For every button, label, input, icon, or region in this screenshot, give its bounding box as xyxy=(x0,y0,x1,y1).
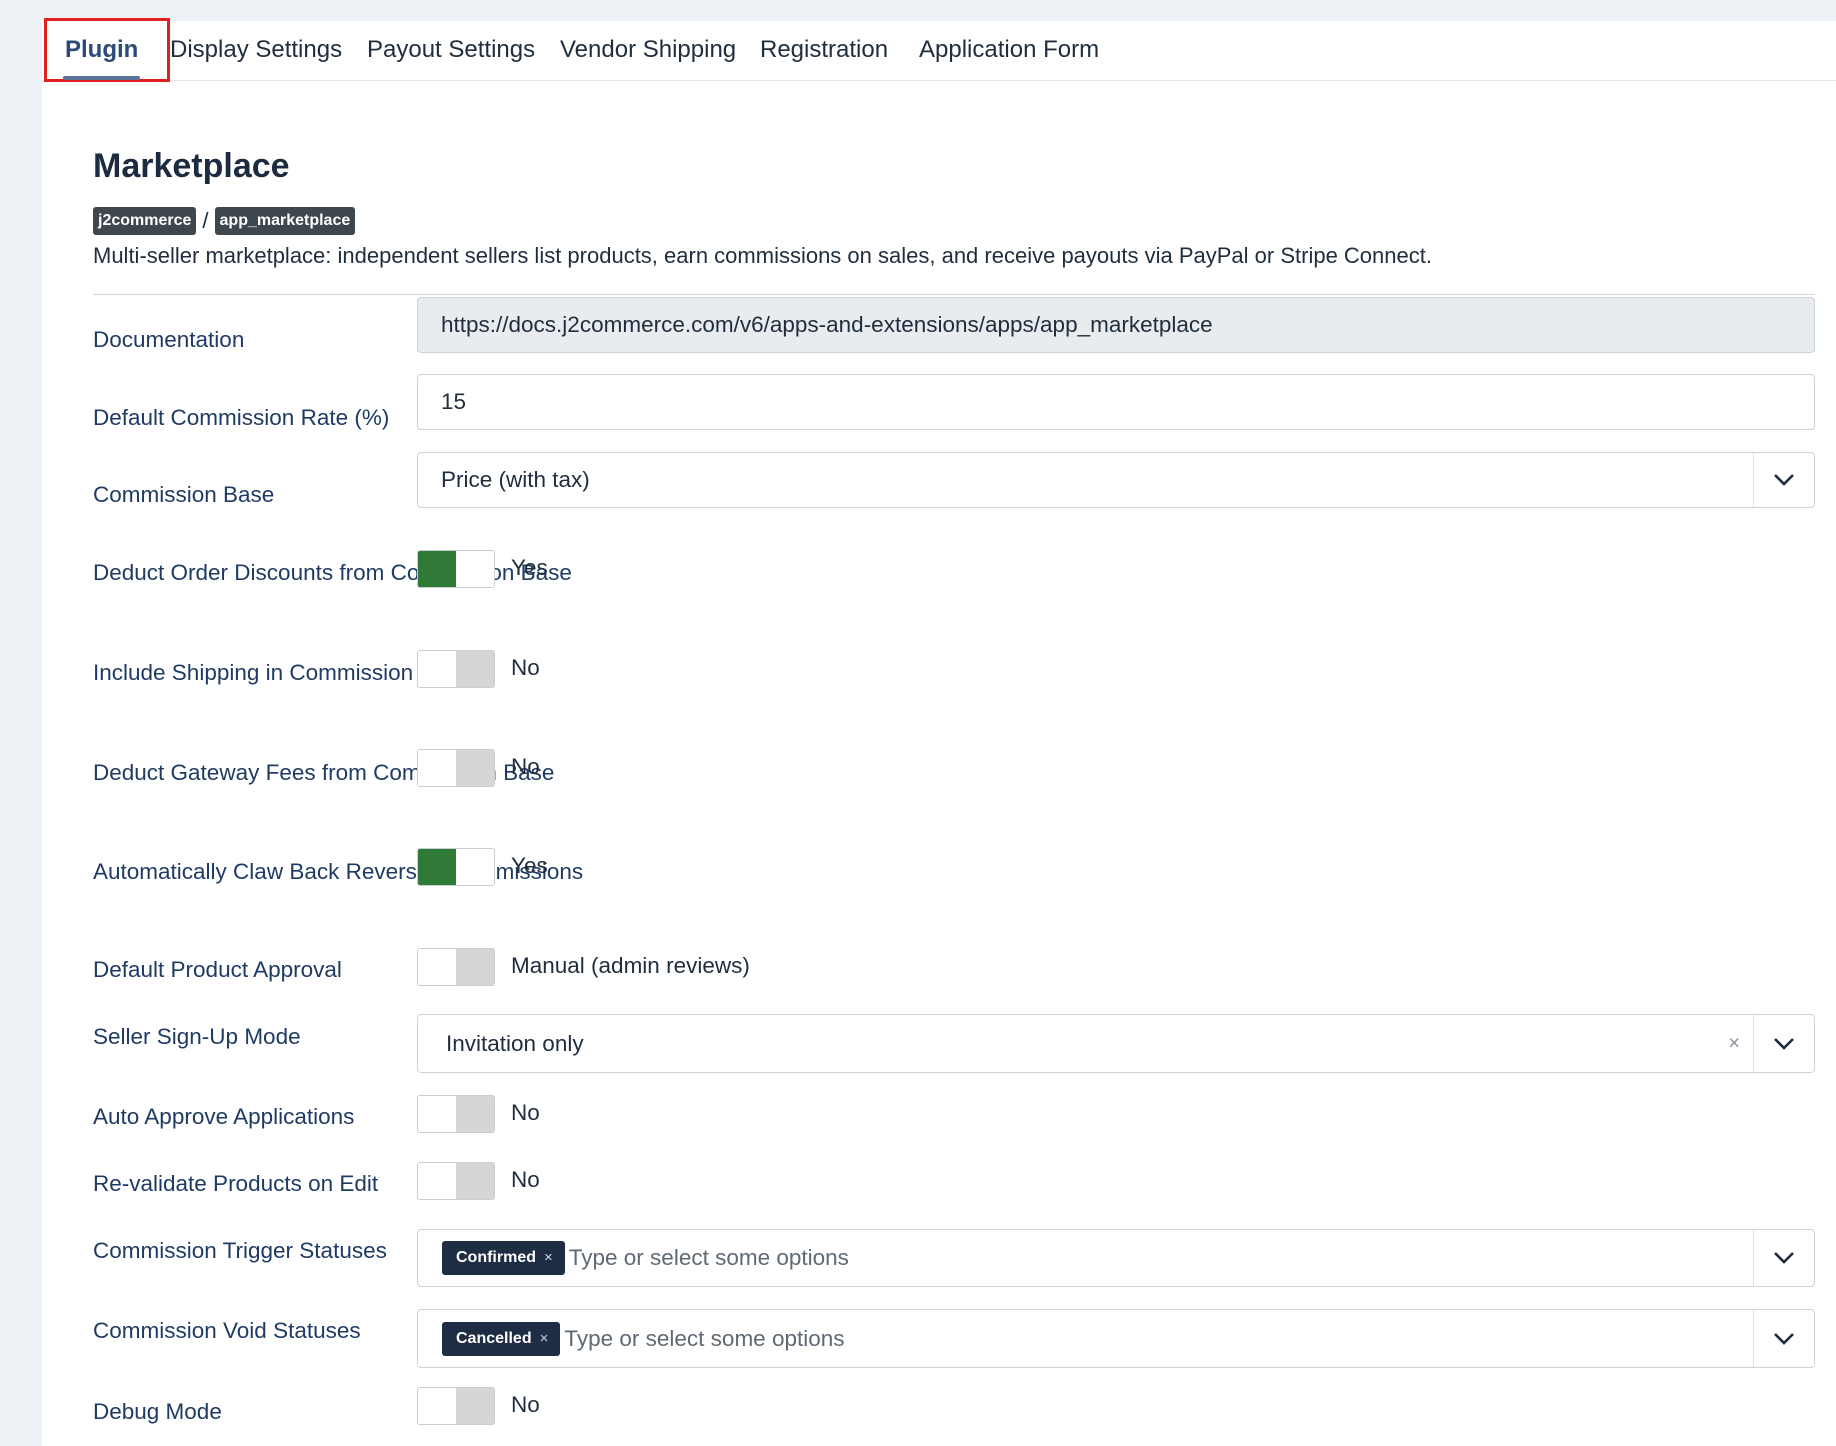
chevron-down-icon[interactable] xyxy=(1753,1310,1814,1367)
breadcrumb-separator: / xyxy=(202,208,209,233)
status-chip-cancelled: Cancelled × xyxy=(442,1321,561,1356)
signup-mode-label: Seller Sign-Up Mode xyxy=(93,1024,301,1049)
breadcrumb: j2commerce / app_marketplace xyxy=(93,206,356,236)
vendor-badge: j2commerce xyxy=(93,207,197,235)
trigger-statuses-select[interactable]: Confirmed × Type or select some options xyxy=(417,1229,1815,1287)
commission-base-select[interactable]: Price (with tax) xyxy=(417,452,1815,508)
remove-chip-icon[interactable]: × xyxy=(540,1330,549,1347)
revalidate-label: Re-validate Products on Edit xyxy=(93,1171,379,1196)
commission-base-value: Price (with tax) xyxy=(441,467,590,492)
include-shipping-state: No xyxy=(511,655,540,680)
include-shipping-toggle[interactable] xyxy=(417,650,495,688)
remove-chip-icon[interactable]: × xyxy=(544,1249,553,1266)
tab-payout-settings[interactable]: Payout Settings xyxy=(367,21,535,80)
auto-approve-label: Auto Approve Applications xyxy=(93,1104,355,1129)
gateway-fees-toggle[interactable] xyxy=(417,749,495,787)
void-statuses-label: Commission Void Statuses xyxy=(93,1318,361,1343)
deduct-discounts-state: Yes xyxy=(511,555,548,580)
product-approval-state: Manual (admin reviews) xyxy=(511,953,750,978)
claw-back-state: Yes xyxy=(511,853,548,878)
revalidate-state: No xyxy=(511,1167,540,1192)
tab-vendor-shipping[interactable]: Vendor Shipping xyxy=(560,21,736,80)
commission-base-label: Commission Base xyxy=(93,482,275,507)
gateway-fees-state: No xyxy=(511,754,540,779)
debug-mode-label: Debug Mode xyxy=(93,1399,222,1424)
tab-application-form[interactable]: Application Form xyxy=(919,21,1099,80)
debug-mode-toggle[interactable] xyxy=(417,1387,495,1425)
auto-approve-state: No xyxy=(511,1100,540,1125)
commission-rate-label: Default Commission Rate (%) xyxy=(93,405,390,430)
documentation-url: https://docs.j2commerce.com/v6/apps-and-… xyxy=(441,312,1213,337)
claw-back-label: Automatically Claw Back Reversed Commiss… xyxy=(93,859,584,884)
trigger-statuses-placeholder[interactable]: Type or select some options xyxy=(565,1245,849,1271)
settings-panel: Plugin Display Settings Payout Settings … xyxy=(42,18,1836,1446)
tab-display-settings[interactable]: Display Settings xyxy=(170,21,342,80)
tab-label: Plugin xyxy=(65,36,139,63)
signup-mode-select[interactable]: Invitation only × xyxy=(417,1014,1815,1073)
plugin-description: Multi-seller marketplace: independent se… xyxy=(93,243,1432,268)
commission-rate-value: 15 xyxy=(441,389,467,414)
trigger-statuses-label: Commission Trigger Statuses xyxy=(93,1238,387,1263)
deduct-discounts-label: Deduct Order Discounts from Commission B… xyxy=(93,560,572,585)
void-statuses-select[interactable]: Cancelled × Type or select some options xyxy=(417,1309,1815,1368)
revalidate-toggle[interactable] xyxy=(417,1162,495,1200)
tab-plugin[interactable]: Plugin xyxy=(44,18,170,82)
product-approval-label: Default Product Approval xyxy=(93,957,342,982)
include-shipping-label: Include Shipping in Commission Base xyxy=(93,660,471,685)
documentation-label: Documentation xyxy=(93,327,245,352)
chevron-down-icon[interactable] xyxy=(1753,1015,1814,1072)
deduct-discounts-toggle[interactable] xyxy=(417,550,495,588)
debug-mode-state: No xyxy=(511,1392,540,1417)
plugin-badge: app_marketplace xyxy=(214,207,356,235)
chip-label: Cancelled xyxy=(456,1329,532,1347)
claw-back-toggle[interactable] xyxy=(417,848,495,886)
chevron-down-icon[interactable] xyxy=(1753,1230,1814,1286)
page-title: Marketplace xyxy=(93,147,290,185)
tab-bar: Plugin Display Settings Payout Settings … xyxy=(42,18,1836,82)
commission-rate-input[interactable]: 15 xyxy=(417,374,1815,430)
signup-mode-value: Invitation only xyxy=(446,1030,584,1056)
void-statuses-placeholder[interactable]: Type or select some options xyxy=(560,1326,844,1352)
chevron-down-icon[interactable] xyxy=(1753,453,1814,507)
tab-registration[interactable]: Registration xyxy=(760,21,888,80)
divider xyxy=(93,294,1815,295)
status-chip-confirmed: Confirmed × xyxy=(442,1241,565,1275)
clear-icon[interactable]: × xyxy=(1728,1032,1740,1055)
documentation-field[interactable]: https://docs.j2commerce.com/v6/apps-and-… xyxy=(417,297,1815,353)
product-approval-toggle[interactable] xyxy=(417,948,495,986)
auto-approve-toggle[interactable] xyxy=(417,1095,495,1133)
chip-label: Confirmed xyxy=(456,1249,536,1266)
